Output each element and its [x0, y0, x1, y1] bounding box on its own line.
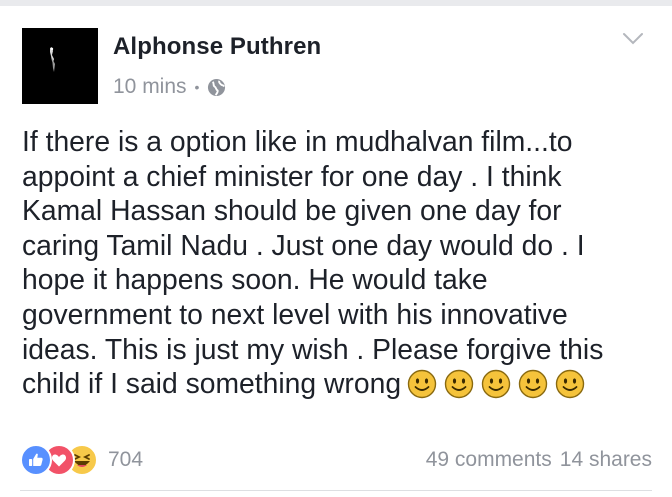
like-icon	[20, 444, 52, 476]
post-body: If there is a option like in mudhalvan f…	[22, 124, 662, 401]
top-divider-strip	[0, 0, 672, 6]
footer-divider	[20, 490, 652, 491]
chevron-down-icon[interactable]	[622, 32, 644, 46]
post-meta: 10 mins •	[113, 74, 226, 100]
smiley-icon	[481, 369, 511, 399]
reaction-count: 704	[108, 448, 144, 471]
avatar[interactable]	[22, 28, 98, 104]
smiley-icon	[444, 369, 474, 399]
meta-separator: •	[194, 79, 200, 95]
post-timestamp[interactable]: 10 mins	[113, 75, 187, 99]
globe-icon[interactable]	[207, 78, 226, 97]
post-text: If there is a option like in mudhalvan f…	[22, 125, 604, 400]
post-footer: 704 49 comments 14 shares	[20, 443, 652, 477]
author-name[interactable]: Alphonse Puthren	[113, 33, 321, 61]
smiley-icon	[555, 369, 585, 399]
smiley-icon	[518, 369, 548, 399]
reactions-summary[interactable]: 704	[20, 443, 143, 477]
comments-count-link[interactable]: 49 comments	[426, 448, 552, 472]
emoji-row	[407, 369, 585, 399]
smiley-icon	[407, 369, 437, 399]
shares-count-link[interactable]: 14 shares	[560, 448, 652, 472]
